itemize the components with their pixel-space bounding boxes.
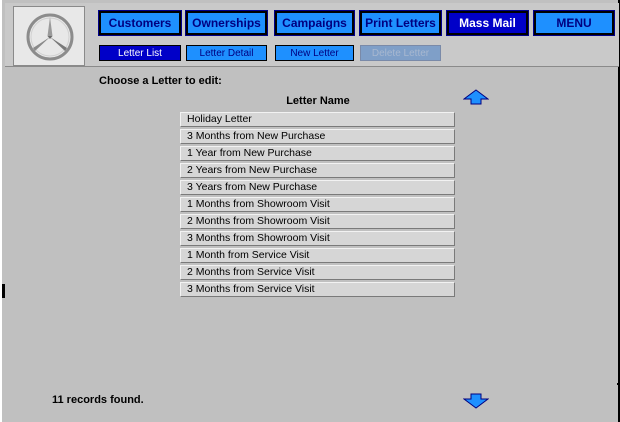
letter-list-item[interactable]: 3 Months from New Purchase (180, 129, 455, 144)
three-pointed-star-logo-icon (26, 13, 74, 61)
page-prompt: Choose a Letter to edit: (99, 75, 222, 87)
letter-list-item[interactable]: 3 Months from Service Visit (180, 282, 455, 297)
nav-ownerships-button[interactable]: Ownerships (185, 10, 268, 36)
logo (13, 6, 85, 66)
left-edge-marker (2, 284, 5, 298)
letter-list-item[interactable]: 1 Year from New Purchase (180, 146, 455, 161)
subnav-letter-detail-button[interactable]: Letter Detail (186, 45, 267, 61)
letter-list-item[interactable]: 1 Months from Showroom Visit (180, 197, 455, 212)
nav-menu-button[interactable]: MENU (533, 10, 615, 36)
letter-list-item[interactable]: 3 Years from New Purchase (180, 180, 455, 195)
subnav-letter-list-button[interactable]: Letter List (99, 45, 181, 61)
nav-mass-mail-button[interactable]: Mass Mail (446, 10, 529, 36)
letter-list-item[interactable]: Holiday Letter (180, 112, 455, 127)
subnav-new-letter-button[interactable]: New Letter (275, 45, 354, 61)
records-found-status: 11 records found. (52, 394, 144, 406)
letter-list-item[interactable]: 1 Month from Service Visit (180, 248, 455, 263)
letter-list-item[interactable]: 2 Months from Showroom Visit (180, 214, 455, 229)
up-arrow-icon[interactable] (463, 89, 489, 105)
header-bar: Customers Ownerships Campaigns Print Let… (5, 3, 619, 67)
nav-campaigns-button[interactable]: Campaigns (274, 10, 355, 36)
nav-customers-button[interactable]: Customers (98, 10, 182, 36)
letter-list: Holiday Letter 3 Months from New Purchase… (180, 112, 455, 299)
letter-list-item[interactable]: 2 Months from Service Visit (180, 265, 455, 280)
column-header-letter-name: Letter Name (286, 95, 350, 107)
app-window: Customers Ownerships Campaigns Print Let… (0, 0, 620, 422)
down-arrow-icon[interactable] (463, 393, 489, 409)
letter-list-item[interactable]: 2 Years from New Purchase (180, 163, 455, 178)
subnav-delete-letter-button: Delete Letter (360, 45, 441, 61)
letter-list-item[interactable]: 3 Months from Showroom Visit (180, 231, 455, 246)
nav-print-letters-button[interactable]: Print Letters (359, 10, 442, 36)
